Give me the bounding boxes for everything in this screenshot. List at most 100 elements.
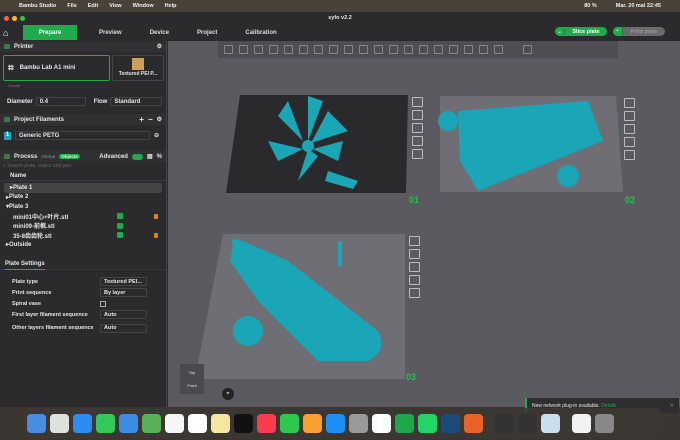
lock-plate-icon[interactable] (409, 275, 420, 285)
tree-item-plate-1[interactable]: ▸ Plate 1 (4, 183, 162, 193)
menu-app[interactable]: Bambu Studio (19, 3, 56, 9)
first-layer-sequence-select[interactable]: Auto (100, 310, 147, 319)
view-top[interactable]: Top (180, 370, 204, 375)
tab-device[interactable]: Device (136, 25, 183, 40)
advanced-switch[interactable] (131, 153, 143, 160)
maps-icon[interactable] (142, 413, 161, 433)
tab-project[interactable]: Project (183, 25, 231, 40)
other-layers-sequence-select[interactable]: Auto (100, 323, 147, 333)
plate-settings-icon[interactable] (409, 288, 420, 298)
steam-icon[interactable] (441, 413, 460, 433)
chevron-down-icon[interactable]: ⌄ (555, 28, 565, 35)
arrange-plate-icon[interactable] (412, 110, 423, 120)
menu-window[interactable]: Window (133, 3, 154, 9)
tab-calibration[interactable]: Calibration (231, 25, 290, 40)
plate-settings-icon[interactable] (624, 150, 635, 160)
delete-plate-icon[interactable] (412, 97, 423, 107)
orient-plate-icon[interactable] (409, 262, 420, 272)
print-sequence-select[interactable]: By layer (100, 288, 147, 297)
print-plate-button[interactable]: ⌄ Print plate (613, 27, 665, 36)
orient-plate-icon[interactable] (412, 123, 423, 133)
tree-item-plate-2[interactable]: ▸ Plate 2 (0, 193, 166, 203)
clock[interactable]: Mar. 20 mai 22:45 (616, 3, 661, 9)
filament-settings-icon[interactable]: ⊝ (154, 132, 159, 139)
finder-icon[interactable] (27, 413, 46, 433)
preview-window-icon[interactable] (541, 413, 560, 433)
gear-icon[interactable]: ⚙ (157, 116, 162, 123)
lock-icon[interactable] (154, 232, 158, 238)
gear-icon[interactable]: ⚙ (157, 43, 162, 50)
delete-plate-icon[interactable] (409, 236, 420, 246)
app-store-icon[interactable] (326, 413, 345, 433)
menu-edit[interactable]: Edit (88, 3, 98, 9)
battery-status[interactable]: 80 % (584, 3, 597, 9)
safari-icon[interactable] (73, 413, 92, 433)
search-input[interactable]: ⌕ Search plate, object and part. (3, 163, 73, 169)
arrange-plate-icon[interactable] (624, 111, 635, 121)
mail-icon[interactable] (119, 413, 138, 433)
3d-viewport[interactable]: 01 02 03 Top Front ⌖ New network plug-in … (168, 41, 680, 413)
remove-filament-button[interactable]: − (148, 115, 153, 124)
delete-plate-icon[interactable] (624, 98, 635, 108)
tab-preview[interactable]: Preview (85, 25, 136, 40)
tree-item-object[interactable]: 35-8齿齿轮.stl (0, 231, 166, 241)
slice-plate-button[interactable]: ⌄ Slice plate (555, 27, 607, 36)
notes-icon[interactable] (211, 413, 230, 433)
chevron-down-icon[interactable]: ⌄ (613, 27, 623, 36)
home-icon[interactable]: ⌂ (3, 28, 13, 38)
numbers-icon[interactable] (280, 413, 299, 433)
vscode-icon[interactable] (372, 413, 391, 433)
apple-tv-icon[interactable] (234, 413, 253, 433)
photos-icon[interactable] (165, 413, 184, 433)
tab-prepare[interactable]: Prepare (23, 25, 77, 40)
terminal-window-icon[interactable] (518, 413, 537, 433)
spiral-vase-checkbox[interactable] (100, 300, 106, 307)
global-toggle[interactable]: Global (41, 154, 55, 159)
document-icon[interactable] (572, 413, 591, 433)
menu-view[interactable]: View (109, 3, 121, 9)
lock-plate-icon[interactable] (412, 136, 423, 146)
tree-item-outside[interactable]: ▸ Outside (0, 240, 166, 250)
visible-checkbox[interactable] (117, 232, 123, 239)
diameter-select[interactable]: 0.4 (35, 97, 86, 106)
system-settings-icon[interactable] (349, 413, 368, 433)
whatsapp-icon[interactable] (418, 413, 437, 433)
plate-type-select[interactable]: Textured PEI... (100, 277, 147, 286)
plate-settings-icon[interactable] (412, 149, 423, 159)
arrange-plate-icon[interactable] (409, 249, 420, 259)
music-icon[interactable] (257, 413, 276, 433)
orient-plate-icon[interactable] (624, 124, 635, 134)
messages-icon[interactable] (96, 413, 115, 433)
bambu-studio-icon[interactable] (395, 413, 414, 433)
objects-toggle[interactable]: Objects (59, 154, 80, 159)
menu-file[interactable]: File (67, 3, 76, 9)
calendar-icon[interactable] (188, 413, 207, 433)
launchpad-icon[interactable] (50, 413, 69, 433)
terminal-window-icon[interactable] (495, 413, 514, 433)
view-front[interactable]: Front (180, 383, 204, 388)
tree-item-object[interactable]: mini01中心+叶片.stl (0, 212, 166, 222)
filament-index[interactable]: 1 (4, 131, 11, 140)
plates-scene[interactable] (168, 41, 680, 407)
tree-item-plate-3[interactable]: ▾ Plate 3 (0, 202, 166, 212)
printer-selector[interactable]: ⌗ Bambu Lab A1 mini (3, 55, 110, 81)
pages-icon[interactable] (303, 413, 322, 433)
filament-select[interactable]: Generic PETG (15, 131, 150, 140)
close-icon[interactable]: ✕ (670, 403, 674, 409)
menu-help[interactable]: Help (165, 3, 177, 9)
visible-checkbox[interactable] (117, 222, 123, 229)
tree-item-object[interactable]: mini09-前框.stl (0, 221, 166, 231)
lock-plate-icon[interactable] (624, 137, 635, 147)
add-filament-button[interactable]: + (139, 115, 144, 124)
flow-select[interactable]: Standard (110, 97, 163, 106)
column-name[interactable]: Name (0, 171, 166, 181)
view-cube[interactable]: Top Front (180, 364, 204, 394)
trash-icon[interactable] (595, 413, 614, 433)
fusion-icon[interactable] (464, 413, 483, 433)
tab-plate-settings[interactable]: Plate Settings (5, 259, 45, 270)
visible-checkbox[interactable] (117, 213, 123, 220)
zoom-to-fit-icon[interactable]: ⌖ (222, 388, 234, 400)
plate-type-selector[interactable]: Textured PEI P... (112, 55, 164, 81)
lock-icon[interactable] (154, 213, 158, 219)
list-icon[interactable]: ▤ (147, 153, 153, 160)
